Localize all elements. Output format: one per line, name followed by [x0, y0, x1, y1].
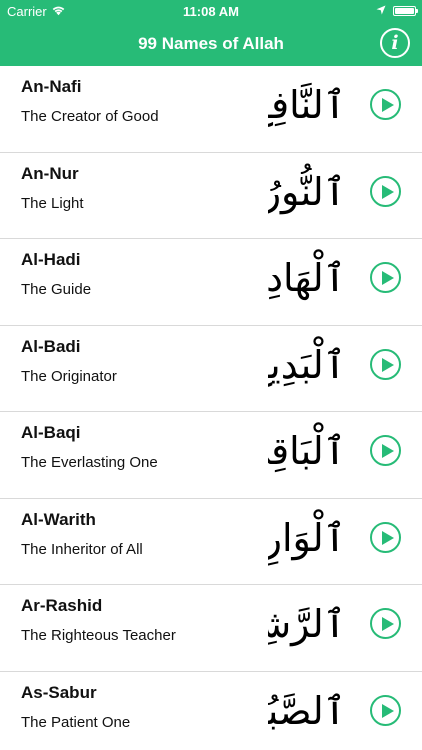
page-title: 99 Names of Allah — [138, 34, 284, 53]
name-row-al-hadi[interactable]: Al-Hadi The Guide ٱلْهَادِى — [0, 239, 422, 326]
arabic-calligraphy: ٱلْوَارِثُ — [268, 515, 346, 560]
name-title: Al-Hadi — [21, 250, 81, 269]
names-list[interactable]: An-Nafi The Creator of Good ٱلنَّافِعُ A… — [0, 66, 422, 750]
play-button[interactable] — [370, 175, 401, 207]
name-meaning: The Guide — [21, 281, 92, 298]
name-meaning: The Creator of Good — [21, 108, 159, 125]
arabic-calligraphy: ٱلصَّبُورُ — [268, 688, 346, 733]
name-meaning: The Everlasting One — [21, 454, 158, 471]
info-button[interactable]: i — [380, 28, 410, 58]
play-button[interactable] — [370, 262, 401, 293]
status-bar: Carrier 11:08 AM — [0, 0, 422, 22]
play-button[interactable] — [370, 348, 401, 380]
name-row-as-sabur[interactable]: As-Sabur The Patient One ٱلصَّبُورُ — [0, 672, 422, 750]
name-title: Al-Baqi — [21, 423, 81, 442]
play-button[interactable] — [370, 694, 401, 726]
header: Carrier 11:08 AM 99 Names of Allah i — [0, 0, 422, 66]
name-row-al-warith[interactable]: Al-Warith The Inheritor of All ٱلْوَارِث… — [0, 499, 422, 585]
name-title: Al-Warith — [21, 509, 96, 529]
battery-icon — [393, 5, 418, 16]
play-button[interactable] — [370, 608, 401, 639]
arabic-calligraphy: ٱلنُّورُ — [268, 169, 346, 214]
name-title: An-Nur — [21, 163, 79, 183]
name-meaning: The Patient One — [21, 713, 131, 731]
name-title: As-Sabur — [21, 682, 97, 702]
navbar: 99 Names of Allah i — [0, 22, 422, 66]
name-meaning: The Originator — [21, 367, 117, 385]
name-title: An-Nafi — [21, 77, 82, 96]
arabic-calligraphy: ٱلرَّشِيدُ — [268, 602, 346, 646]
name-meaning: The Inheritor of All — [21, 540, 143, 558]
play-button[interactable] — [370, 89, 401, 120]
app-window: Carrier 11:08 AM 99 Names of Allah i An-… — [0, 0, 422, 750]
play-button[interactable] — [370, 521, 401, 553]
status-right-icons — [376, 3, 418, 18]
name-row-al-baqi[interactable]: Al-Baqi The Everlasting One ٱلْبَاقِى — [0, 412, 422, 499]
arabic-calligraphy: ٱلْبَاقِى — [268, 429, 346, 473]
name-row-ar-rashid[interactable]: Ar-Rashid The Righteous Teacher ٱلرَّشِي… — [0, 585, 422, 672]
arabic-calligraphy: ٱلْهَادِى — [268, 256, 346, 300]
name-row-an-nur[interactable]: An-Nur The Light ٱلنُّورُ — [0, 153, 422, 239]
info-icon: i — [391, 31, 399, 54]
name-meaning: The Righteous Teacher — [21, 627, 176, 644]
name-title: Al-Badi — [21, 336, 81, 356]
name-title: Ar-Rashid — [21, 596, 103, 615]
play-button[interactable] — [370, 435, 401, 466]
arabic-calligraphy: ٱلنَّافِعُ — [268, 83, 346, 127]
name-meaning: The Light — [21, 194, 84, 212]
name-row-an-nafi[interactable]: An-Nafi The Creator of Good ٱلنَّافِعُ — [0, 66, 422, 153]
name-row-al-badi[interactable]: Al-Badi The Originator ٱلْبَدِيعُ — [0, 326, 422, 412]
status-time: 11:08 AM — [183, 4, 239, 19]
arabic-calligraphy: ٱلْبَدِيعُ — [268, 342, 346, 387]
location-arrow-icon — [376, 3, 386, 18]
